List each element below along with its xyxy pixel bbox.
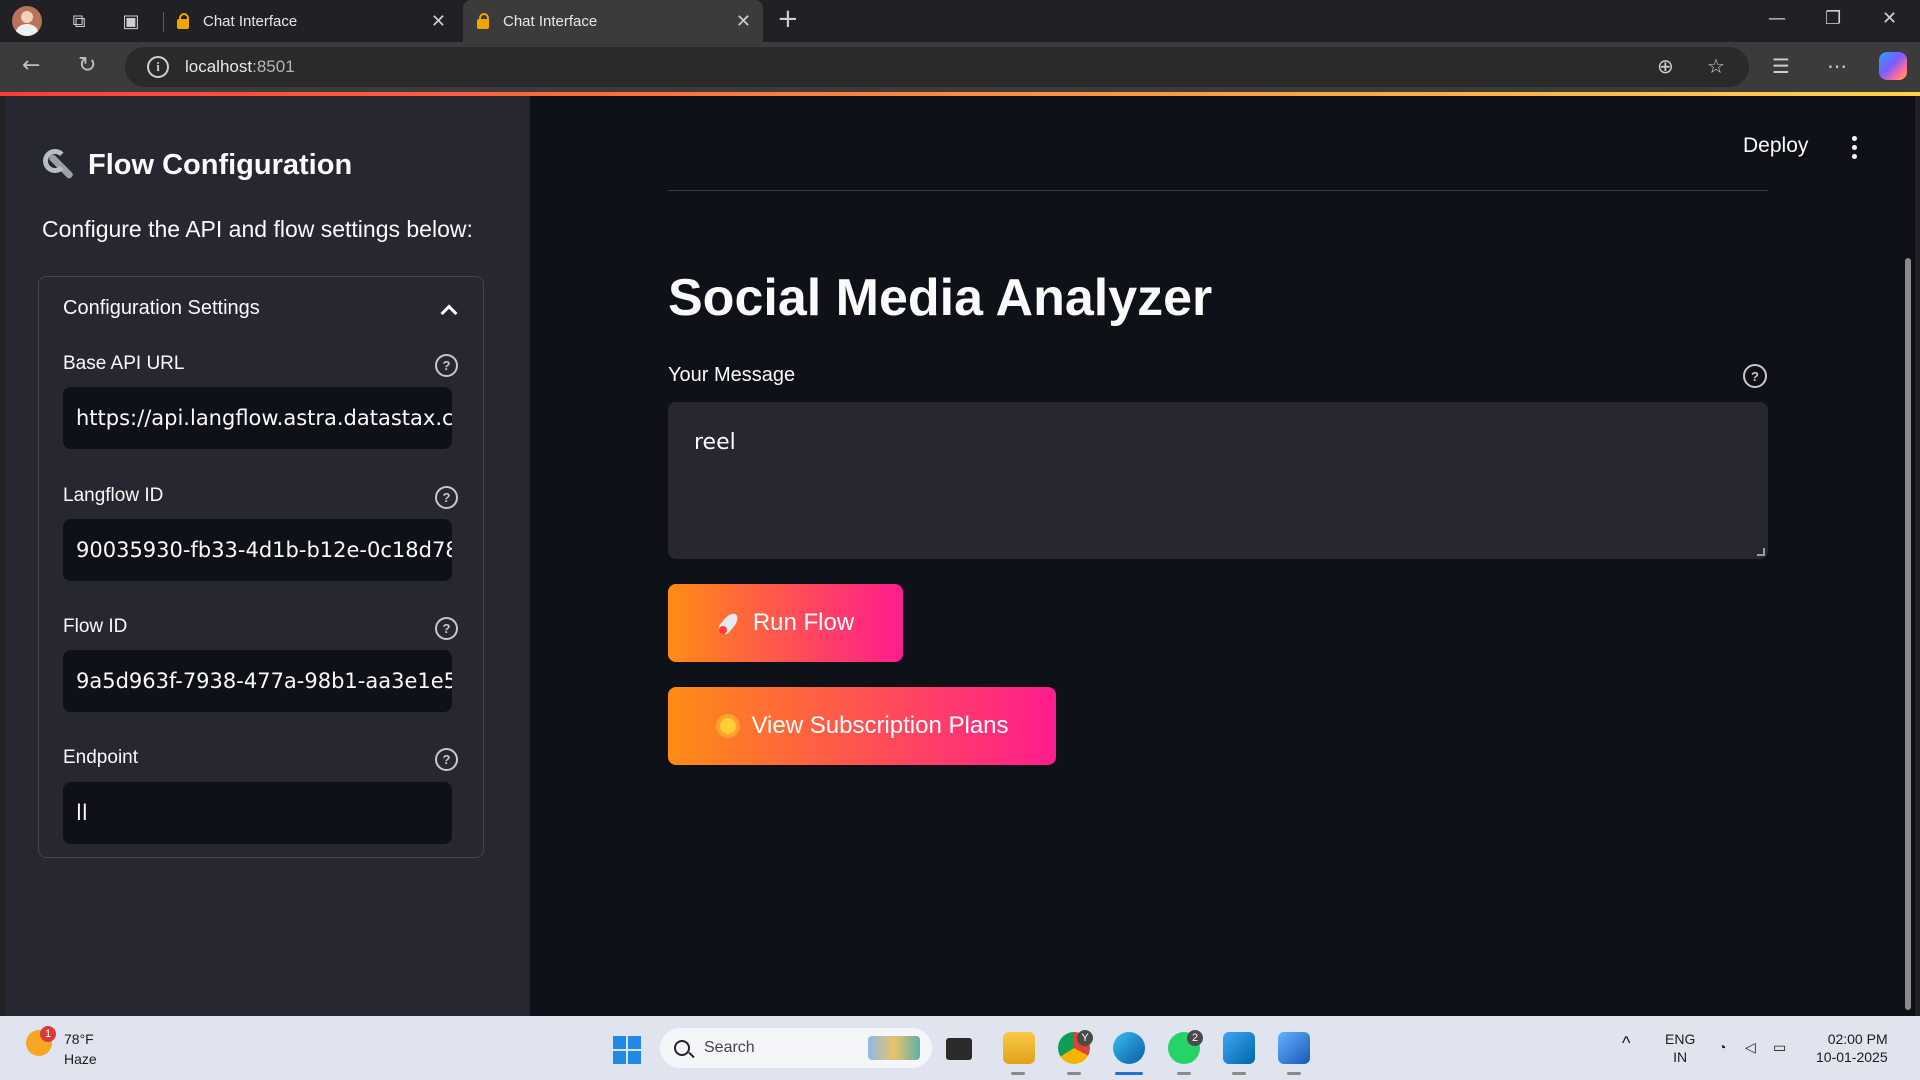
flow-id-label: Flow ID — [63, 616, 128, 637]
view-subscription-plans-button[interactable]: View Subscription Plans — [668, 687, 1056, 765]
refresh-icon[interactable]: ↻ — [78, 53, 96, 78]
close-icon[interactable]: ✕ — [736, 11, 751, 32]
close-icon[interactable]: ✕ — [431, 11, 446, 32]
battery-icon[interactable]: ▭ — [1773, 1038, 1786, 1056]
weather-desc[interactable]: Haze — [64, 1051, 97, 1067]
tab-chat-interface-1[interactable]: Chat Interface ✕ — [163, 0, 458, 42]
more-options-icon[interactable]: ⋯ — [1827, 54, 1847, 78]
vertical-tabs-icon[interactable]: ▣ — [116, 6, 146, 36]
view-plans-label: View Subscription Plans — [751, 712, 1009, 739]
show-hidden-icons-chevron-icon[interactable]: ^ — [1622, 1034, 1630, 1052]
help-icon[interactable]: ? — [435, 486, 458, 509]
expander-title: Configuration Settings — [63, 297, 260, 319]
clock[interactable]: 02:00 PM 10-01-2025 — [1816, 1030, 1888, 1066]
window-close-icon[interactable]: ✕ — [1882, 8, 1897, 29]
configuration-expander: Configuration Settings Base API URL ? ht… — [38, 276, 484, 858]
language-indicator[interactable]: ENG IN — [1665, 1030, 1695, 1066]
zoom-icon[interactable]: ⊕ — [1657, 54, 1674, 78]
minimize-icon[interactable]: — — [1768, 8, 1786, 29]
chrome-profile-badge: Y — [1077, 1030, 1093, 1046]
back-arrow-icon[interactable]: ← — [22, 53, 40, 78]
address-bar: ← ↻ i localhost:8501 ⊕ ☆ ☰ ⋯ — [0, 42, 1920, 92]
taskbar-search[interactable]: Search — [660, 1028, 932, 1068]
message-textarea[interactable]: reel — [668, 402, 1768, 559]
app-active-indicator — [1115, 1072, 1143, 1075]
run-flow-label: Run Flow — [752, 609, 855, 636]
help-icon[interactable]: ? — [1743, 364, 1767, 388]
task-view-icon[interactable] — [946, 1038, 972, 1060]
sun-icon — [715, 713, 741, 739]
langflow-id-label: Langflow ID — [63, 485, 164, 506]
favorites-icon[interactable]: ☰ — [1772, 54, 1790, 78]
clock-time: 02:00 PM — [1827, 1031, 1888, 1047]
app-running-indicator — [1232, 1072, 1246, 1075]
app-running-indicator — [1067, 1072, 1081, 1075]
wrench-icon — [42, 148, 76, 182]
main-menu-icon[interactable] — [1852, 136, 1860, 162]
rocket-icon — [717, 610, 743, 636]
volume-icon[interactable]: ◁ — [1745, 1038, 1756, 1056]
langflow-id-input[interactable]: 90035930-fb33-4d1b-b12e-0c18d78 — [63, 519, 452, 581]
favorite-star-icon[interactable]: ☆ — [1707, 54, 1725, 78]
weather-temp[interactable]: 78°F — [64, 1031, 94, 1047]
language-code: ENG — [1665, 1031, 1696, 1047]
profile-avatar[interactable] — [12, 6, 42, 36]
message-value: reel — [694, 430, 736, 455]
app-running-indicator — [1287, 1072, 1301, 1075]
help-icon[interactable]: ? — [435, 354, 458, 377]
lock-icon — [175, 12, 191, 30]
restore-icon[interactable]: ❐ — [1825, 8, 1841, 29]
flow-id-input[interactable]: 9a5d963f-7938-477a-98b1-aa3e1e5 — [63, 650, 452, 712]
photos-icon[interactable] — [1278, 1032, 1310, 1064]
page-title: Social Media Analyzer — [668, 269, 1213, 327]
help-icon[interactable]: ? — [435, 617, 458, 640]
region-code: IN — [1673, 1049, 1688, 1065]
window-edge — [1915, 96, 1920, 1016]
tab-title: Chat Interface — [203, 12, 298, 30]
search-label: Search — [704, 1039, 755, 1056]
vscode-icon[interactable] — [1223, 1032, 1255, 1064]
taskbar: 1 78°F Haze Search Y 2 ^ ENG IN ◔ ◁ ▭ 02… — [0, 1016, 1920, 1080]
search-highlight-image — [868, 1036, 920, 1060]
wifi-icon[interactable]: ◔ — [1718, 1038, 1726, 1056]
copilot-icon[interactable] — [1879, 52, 1907, 80]
chevron-up-icon[interactable] — [440, 304, 458, 321]
workspaces-icon[interactable]: ⧉ — [64, 6, 94, 36]
deploy-button[interactable]: Deploy — [1743, 134, 1808, 158]
sidebar-title: Flow Configuration — [42, 148, 352, 182]
whatsapp-badge: 2 — [1187, 1030, 1203, 1046]
base-api-url-input[interactable]: https://api.langflow.astra.datastax.com — [63, 387, 452, 449]
base-api-url-label: Base API URL — [63, 353, 185, 374]
windows-start-icon[interactable] — [613, 1036, 641, 1064]
url-field[interactable]: i localhost:8501 ⊕ ☆ — [125, 47, 1749, 87]
url-text: localhost:8501 — [185, 57, 295, 76]
sidebar-description: Configure the API and flow settings belo… — [42, 216, 473, 242]
message-label: Your Message — [668, 364, 796, 386]
app-running-indicator — [1011, 1072, 1025, 1075]
resize-handle[interactable] — [1757, 548, 1765, 556]
endpoint-label: Endpoint — [63, 747, 139, 768]
site-info-icon[interactable]: i — [147, 56, 169, 78]
search-icon — [674, 1040, 690, 1056]
scrollbar[interactable] — [1905, 258, 1911, 1010]
header-divider — [668, 190, 1768, 191]
sidebar-title-text: Flow Configuration — [88, 148, 353, 181]
endpoint-input[interactable]: ll — [63, 782, 452, 844]
tab-chat-interface-2[interactable]: Chat Interface ✕ — [463, 0, 763, 42]
expander-header[interactable]: Configuration Settings — [63, 297, 463, 321]
run-flow-button[interactable]: Run Flow — [668, 584, 903, 662]
help-icon[interactable]: ? — [435, 748, 458, 771]
tab-title: Chat Interface — [503, 12, 598, 30]
file-explorer-icon[interactable] — [1003, 1032, 1035, 1064]
weather-badge: 1 — [40, 1026, 56, 1042]
app-running-indicator — [1177, 1072, 1191, 1075]
lock-icon — [475, 12, 491, 30]
edge-icon[interactable] — [1113, 1032, 1145, 1064]
clock-date: 10-01-2025 — [1816, 1049, 1888, 1065]
new-tab-button[interactable]: + — [777, 4, 799, 34]
